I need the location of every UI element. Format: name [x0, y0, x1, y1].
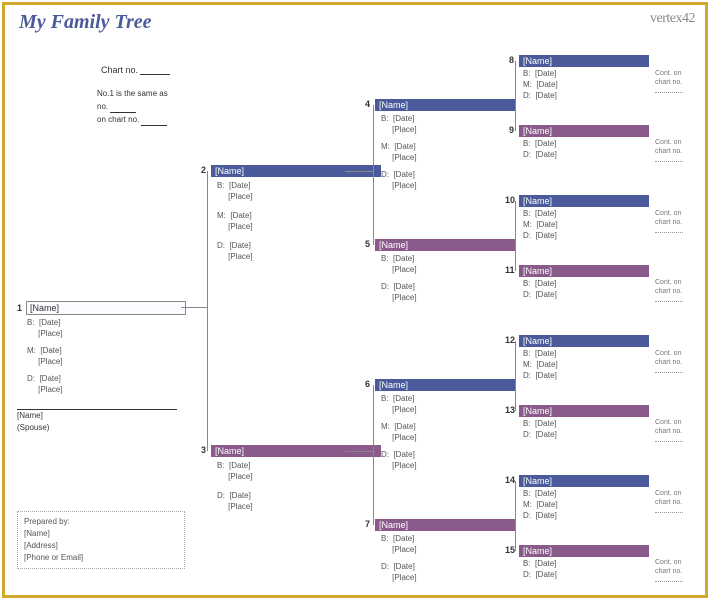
person-3-details: B: [Date] [Place] D: [Date] [Place] [217, 460, 253, 512]
page-title: My Family Tree [19, 11, 152, 34]
person-1-row: 1 [Name] [17, 301, 186, 315]
person-10-bar[interactable]: [Name] [519, 195, 649, 207]
person-14-details: B: [Date] M: [Date] D: [Date] [523, 488, 558, 521]
person-7-bar[interactable]: [Name] [375, 519, 515, 531]
person-9-details: B: [Date] D: [Date] [523, 138, 557, 160]
prepared-heading: Prepared by: [24, 516, 178, 528]
person-5-bar[interactable]: [Name] [375, 239, 515, 251]
person-8-details: B: [Date] M: [Date] D: [Date] [523, 68, 558, 101]
person-6-bar[interactable]: [Name] [375, 379, 515, 391]
person-9-number: 9 [509, 125, 514, 135]
spouse-box: [Name] (Spouse) [17, 409, 177, 434]
person-8-bar[interactable]: [Name] [519, 55, 649, 67]
person-12-bar[interactable]: [Name] [519, 335, 649, 347]
person-1-number: 1 [17, 303, 22, 313]
vertex42-logo: vertex42 [650, 11, 695, 27]
person-8-number: 8 [509, 55, 514, 65]
person-7-number: 7 [365, 519, 370, 529]
note-line-1: No.1 is the same as [97, 87, 168, 100]
person-11-number: 11 [505, 265, 515, 275]
person-10-number: 10 [505, 195, 515, 205]
person-4-bar[interactable]: [Name] [375, 99, 515, 111]
chart-no-field: Chart no. [101, 65, 170, 75]
person-14-bar[interactable]: [Name] [519, 475, 649, 487]
person-13-bar[interactable]: [Name] [519, 405, 649, 417]
person-2-number: 2 [201, 165, 206, 175]
prepared-by-box: Prepared by: [Name] [Address] [Phone or … [17, 511, 185, 569]
person-11-bar[interactable]: [Name] [519, 265, 649, 277]
person-2-details: B: [Date] [Place] M: [Date] [Place] D: [… [217, 180, 253, 262]
prepared-name[interactable]: [Name] [24, 528, 178, 540]
person-3-number: 3 [201, 445, 206, 455]
note-line-3: on chart no. [97, 115, 139, 124]
cont-14: Cont. onchart no. [655, 489, 683, 516]
document-frame: My Family Tree vertex42 Chart no. No.1 i… [2, 2, 708, 598]
cont-15: Cont. onchart no. [655, 558, 683, 585]
cross-ref-note: No.1 is the same as no. on chart no. [97, 87, 168, 126]
prepared-contact[interactable]: [Phone or Email] [24, 552, 178, 564]
person-12-details: B: [Date] M: [Date] D: [Date] [523, 348, 558, 381]
person-4-details: B: [Date] [Place] M: [Date] [Place] D: [… [381, 113, 417, 191]
person-13-number: 13 [505, 405, 515, 415]
cont-11: Cont. onchart no. [655, 278, 683, 305]
person-9-bar[interactable]: [Name] [519, 125, 649, 137]
person-1-details: B: [Date] [Place] M: [Date] [Place] D: [… [27, 317, 63, 395]
cont-13: Cont. onchart no. [655, 418, 683, 445]
chart-no-label: Chart no. [101, 65, 138, 75]
person-15-bar[interactable]: [Name] [519, 545, 649, 557]
cont-10: Cont. onchart no. [655, 209, 683, 236]
cont-9: Cont. onchart no. [655, 138, 683, 165]
person-1-name[interactable]: [Name] [26, 301, 186, 315]
chart-no-blank[interactable] [140, 74, 170, 75]
note-chart-blank[interactable] [141, 125, 167, 126]
cont-12: Cont. onchart no. [655, 349, 683, 376]
person-11-details: B: [Date] D: [Date] [523, 278, 557, 300]
spouse-label: (Spouse) [17, 422, 177, 434]
person-6-number: 6 [365, 379, 370, 389]
spouse-name[interactable]: [Name] [17, 410, 177, 422]
person-5-number: 5 [365, 239, 370, 249]
person-15-details: B: [Date] D: [Date] [523, 558, 557, 580]
person-14-number: 14 [505, 475, 515, 485]
cont-8: Cont. onchart no. [655, 69, 683, 96]
person-13-details: B: [Date] D: [Date] [523, 418, 557, 440]
person-5-details: B: [Date] [Place] D: [Date] [Place] [381, 253, 417, 303]
person-6-details: B: [Date] [Place] M: [Date] [Place] D: [… [381, 393, 417, 471]
note-line-2: no. [97, 102, 108, 111]
person-15-number: 15 [505, 545, 515, 555]
person-7-details: B: [Date] [Place] D: [Date] [Place] [381, 533, 417, 583]
person-10-details: B: [Date] M: [Date] D: [Date] [523, 208, 558, 241]
person-4-number: 4 [365, 99, 370, 109]
person-12-number: 12 [505, 335, 515, 345]
prepared-address[interactable]: [Address] [24, 540, 178, 552]
